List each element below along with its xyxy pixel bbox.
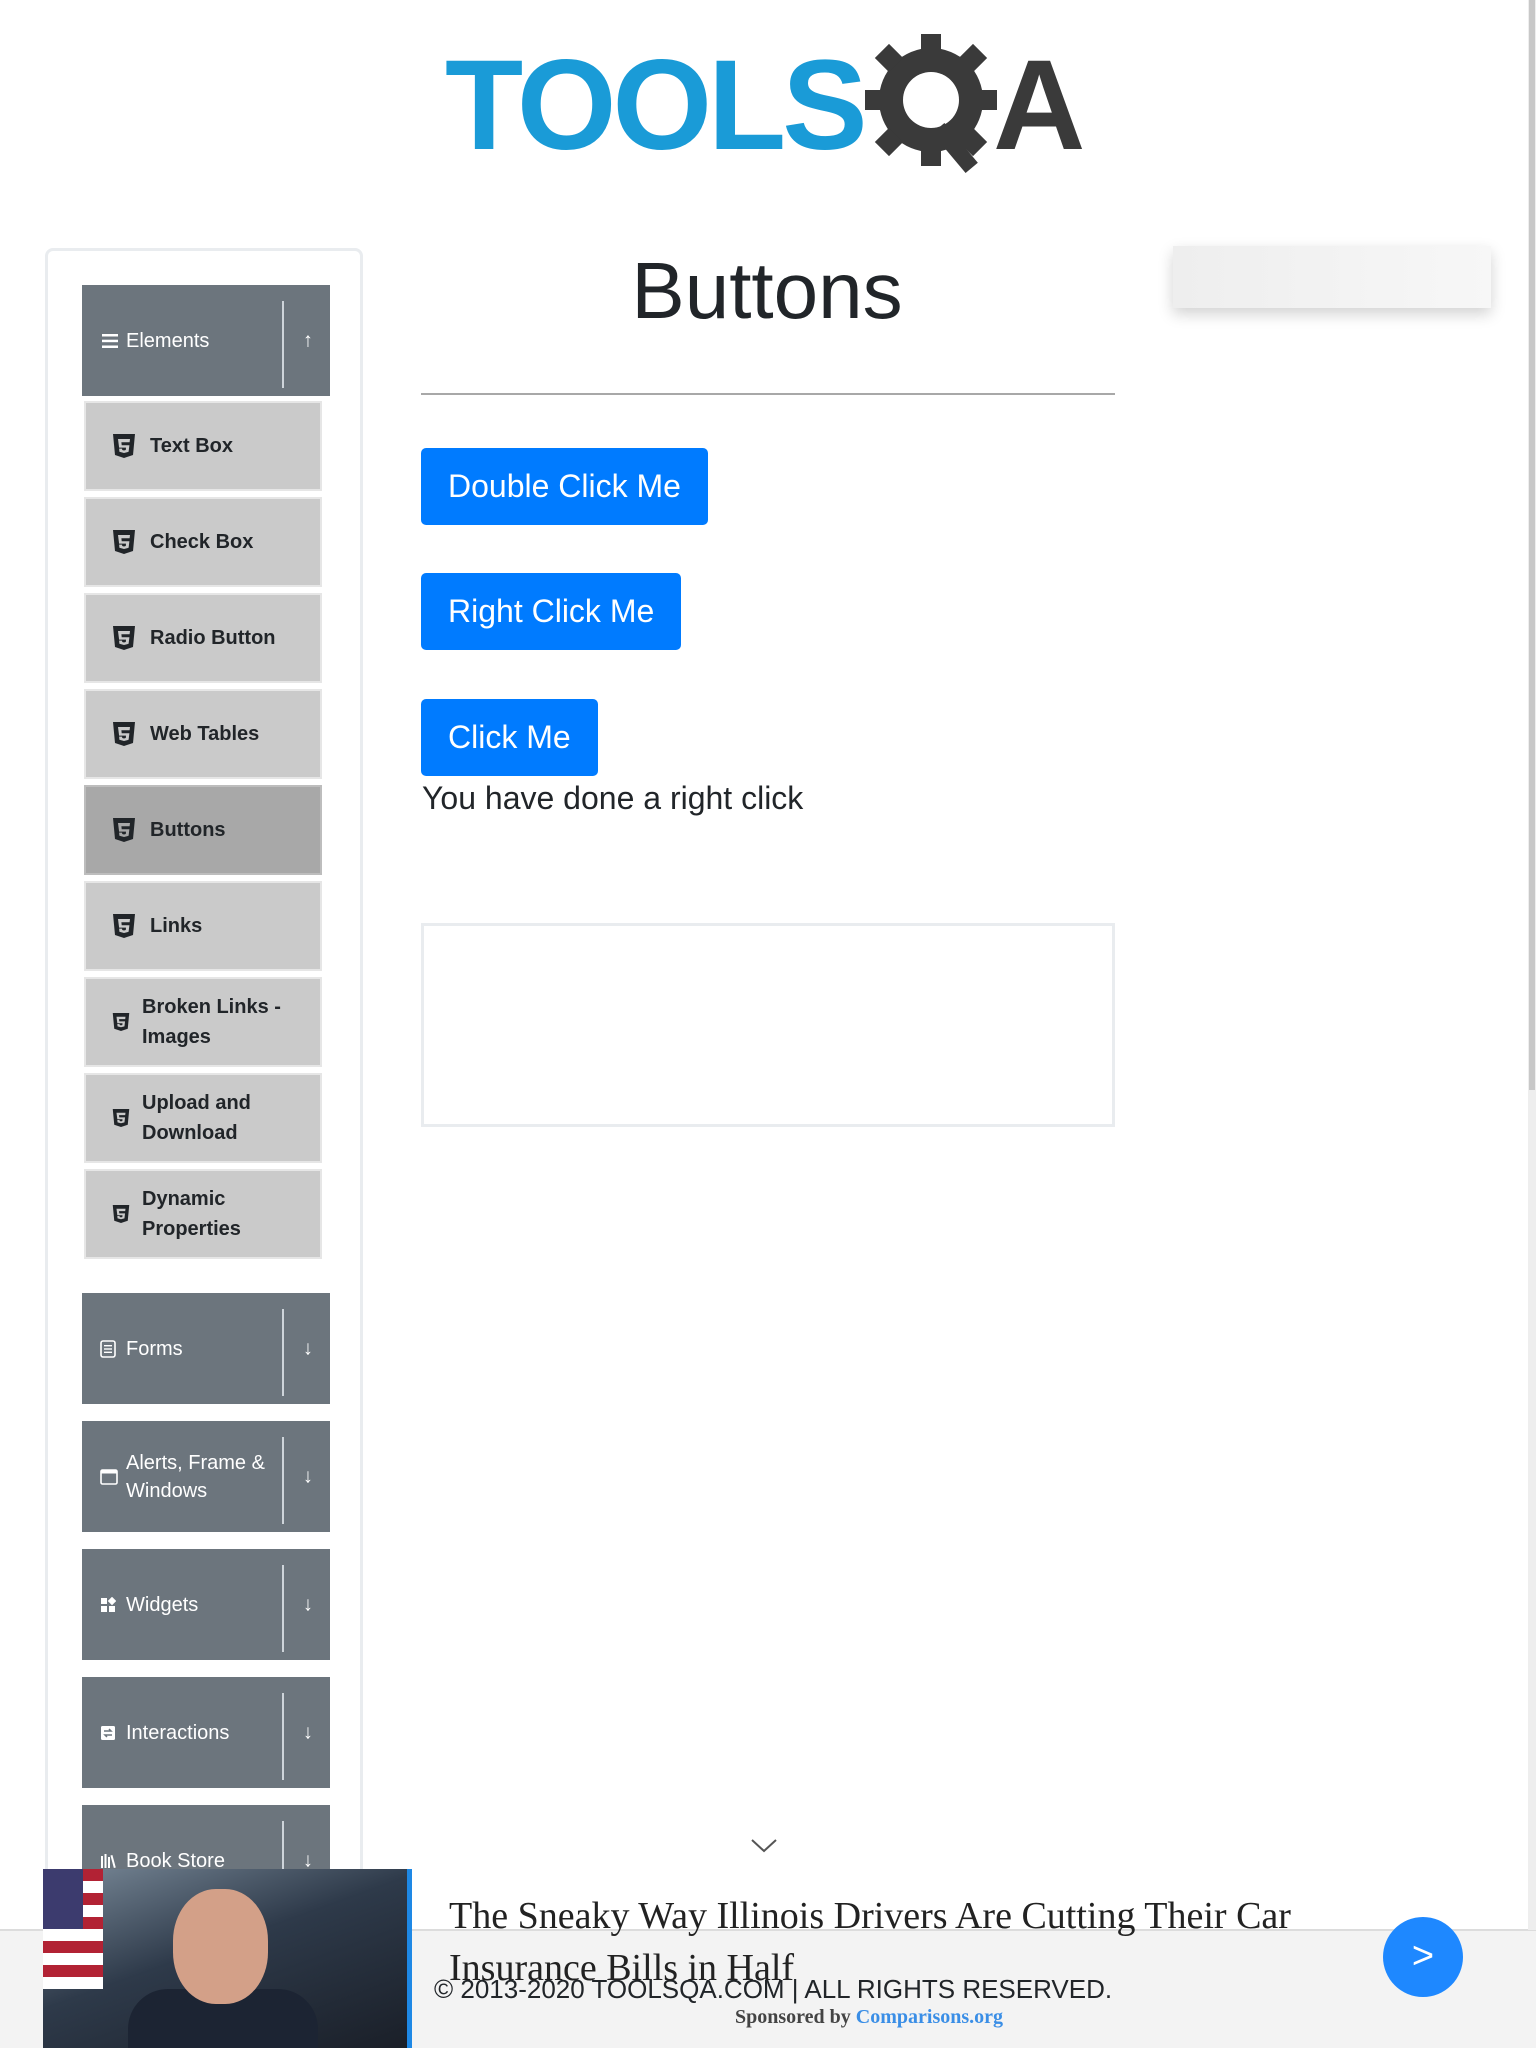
chevron-down-icon[interactable] (750, 1836, 778, 1856)
sidebar-item-label: Buttons (150, 819, 226, 841)
person-head (173, 1889, 268, 2004)
ad-headline[interactable]: The Sneaky Way Illinois Drivers Are Cutt… (449, 1890, 1349, 1994)
sidebar: Elements ↑ Text Box Check Box Radio Butt… (45, 248, 363, 2048)
logo-text: TOOLS (445, 34, 868, 177)
ad-next-button[interactable]: > (1383, 1917, 1463, 1997)
group-label: Forms (126, 1337, 183, 1360)
page-title: Buttons (631, 246, 903, 335)
group-forms[interactable]: Forms ↓ (82, 1293, 330, 1404)
ad-image[interactable] (43, 1869, 409, 2048)
group-label: Alerts, Frame & Windows (126, 1451, 265, 1502)
divider (282, 1437, 284, 1524)
group-interactions[interactable]: Interactions ↓ (82, 1677, 330, 1788)
html5-icon (113, 530, 135, 554)
sidebar-item-web-tables[interactable]: Web Tables (84, 689, 322, 779)
sidebar-item-label: Broken Links - Images (142, 996, 281, 1048)
sidebar-item-label: Check Box (150, 531, 254, 553)
sidebar-item-label: Web Tables (150, 723, 260, 745)
group-label: Widgets (126, 1593, 199, 1616)
expand-arrow-icon[interactable]: ↓ (288, 1465, 328, 1488)
sidebar-item-label: Links (150, 915, 203, 937)
right-click-message: You have done a right click (422, 780, 804, 816)
sidebar-item-label: Text Box (150, 435, 233, 457)
sidebar-item-check-box[interactable]: Check Box (84, 497, 322, 587)
divider (282, 1565, 284, 1652)
ad-accent-bar (407, 1869, 412, 2048)
window-icon (100, 1468, 118, 1485)
logo-a: A (993, 34, 1086, 177)
ad-placeholder (421, 923, 1115, 1127)
sidebar-item-links[interactable]: Links (84, 881, 322, 971)
flag-canton (43, 1869, 83, 1929)
sidebar-item-buttons[interactable]: Buttons (84, 785, 322, 875)
html5-icon (113, 626, 135, 650)
group-alerts-frame-windows[interactable]: Alerts, Frame & Windows ↓ (82, 1421, 330, 1532)
right-click-button[interactable]: Right Click Me (421, 573, 682, 650)
books-icon (101, 1853, 116, 1868)
ad-sponsor[interactable]: Sponsored by Comparisons.org (735, 2006, 1003, 2029)
html5-icon (112, 1013, 130, 1031)
sponsor-brand: Comparisons.org (855, 2006, 1004, 2028)
sidebar-item-broken-links[interactable]: Broken Links - Images (84, 977, 322, 1067)
html5-icon (112, 1109, 130, 1127)
gear-magnifier-icon (865, 34, 997, 174)
document-icon (100, 1339, 116, 1358)
expand-arrow-icon[interactable]: ↓ (288, 1337, 328, 1360)
sidebar-item-dynamic-properties[interactable]: Dynamic Properties (84, 1169, 322, 1259)
sidebar-item-upload-download[interactable]: Upload and Download (84, 1073, 322, 1163)
group-label: Interactions (126, 1721, 230, 1744)
sidebar-item-label: Radio Button (150, 627, 276, 649)
divider (282, 301, 284, 388)
toolsqa-logo[interactable]: TOOLS A (445, 30, 1095, 180)
hamburger-icon (102, 333, 118, 348)
divider (282, 1693, 284, 1780)
double-click-button[interactable]: Double Click Me (421, 448, 708, 525)
html5-icon (112, 1205, 130, 1223)
collapse-arrow-icon[interactable]: ↑ (288, 329, 328, 352)
group-label: Elements (126, 329, 210, 352)
group-elements[interactable]: Elements ↑ (82, 285, 330, 396)
html5-icon (113, 722, 135, 746)
sidebar-item-radio-button[interactable]: Radio Button (84, 593, 322, 683)
html5-icon (113, 434, 135, 458)
sidebar-item-label: Upload and Download (142, 1092, 251, 1144)
page: TOOLS A Elements ↑ Text Box Check Box Ra… (0, 0, 1536, 2048)
widgets-icon (101, 1596, 116, 1612)
divider (282, 1309, 284, 1396)
expand-arrow-icon[interactable]: ↓ (288, 1593, 328, 1616)
expand-arrow-icon[interactable]: ↓ (288, 1721, 328, 1744)
sidebar-item-label: Dynamic Properties (142, 1188, 241, 1240)
interactions-icon (101, 1725, 115, 1740)
click-me-button[interactable]: Click Me (421, 699, 598, 776)
ad-banner-small[interactable] (1173, 246, 1491, 308)
html5-icon (113, 818, 135, 842)
scrollbar-thumb[interactable] (1529, 0, 1535, 1090)
html5-icon (113, 914, 135, 938)
sidebar-item-text-box[interactable]: Text Box (84, 401, 322, 491)
divider (421, 393, 1115, 395)
sponsor-prefix: Sponsored by (735, 2006, 851, 2028)
group-widgets[interactable]: Widgets ↓ (82, 1549, 330, 1660)
